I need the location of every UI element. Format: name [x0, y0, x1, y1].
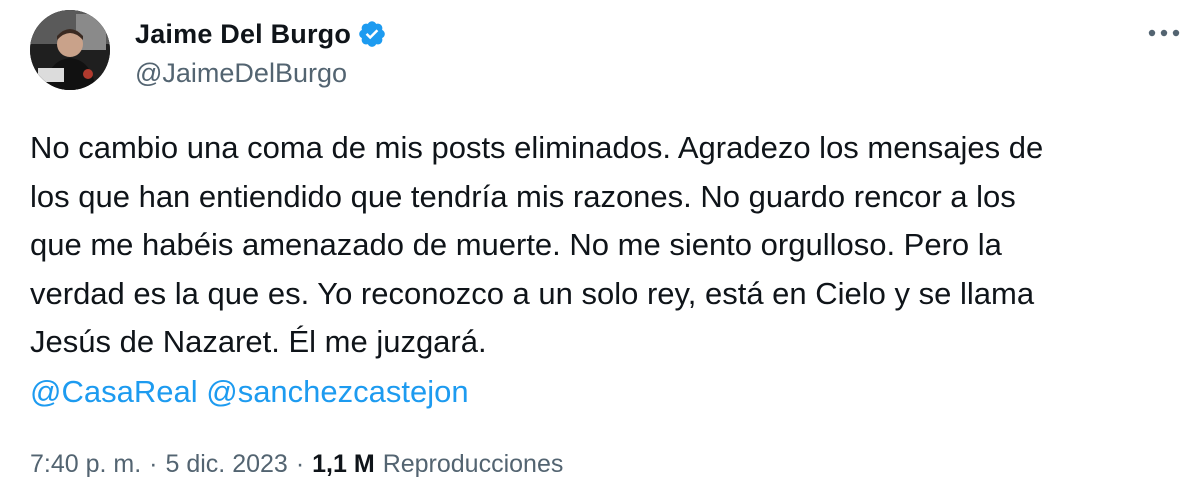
author-name[interactable]: Jaime Del Burgo	[135, 19, 351, 50]
tweet-text: No cambio una coma de mis posts eliminad…	[30, 130, 1044, 359]
more-options-button[interactable]	[1144, 18, 1184, 48]
tweet-mentions: @CasaReal @sanchezcastejon	[30, 368, 469, 416]
tweet-date[interactable]: 5 dic. 2023	[166, 450, 288, 479]
meta-separator: ·	[149, 450, 158, 478]
tweet-card: Jaime Del Burgo @JaimeDelBurgo No cambio…	[0, 0, 1200, 494]
views-count: 1,1 M	[312, 450, 375, 478]
tweet-time[interactable]: 7:40 p. m.	[30, 450, 141, 479]
author-name-row: Jaime Del Burgo	[135, 14, 387, 54]
meta-separator: ·	[295, 450, 305, 478]
tweet-meta: 7:40 p. m. · 5 dic. 2023 · 1,1 M Reprodu…	[30, 450, 563, 479]
views-label: Reproducciones	[382, 450, 564, 478]
more-dots-icon	[1148, 29, 1180, 37]
mention-casareal-link[interactable]: @CasaReal	[30, 374, 198, 409]
profile-photo-icon	[30, 10, 110, 90]
verified-badge-icon	[357, 19, 387, 49]
author-handle[interactable]: @JaimeDelBurgo	[135, 58, 347, 89]
avatar[interactable]	[30, 10, 110, 90]
mention-sanchezcastejon-link[interactable]: @sanchezcastejon	[206, 374, 468, 409]
